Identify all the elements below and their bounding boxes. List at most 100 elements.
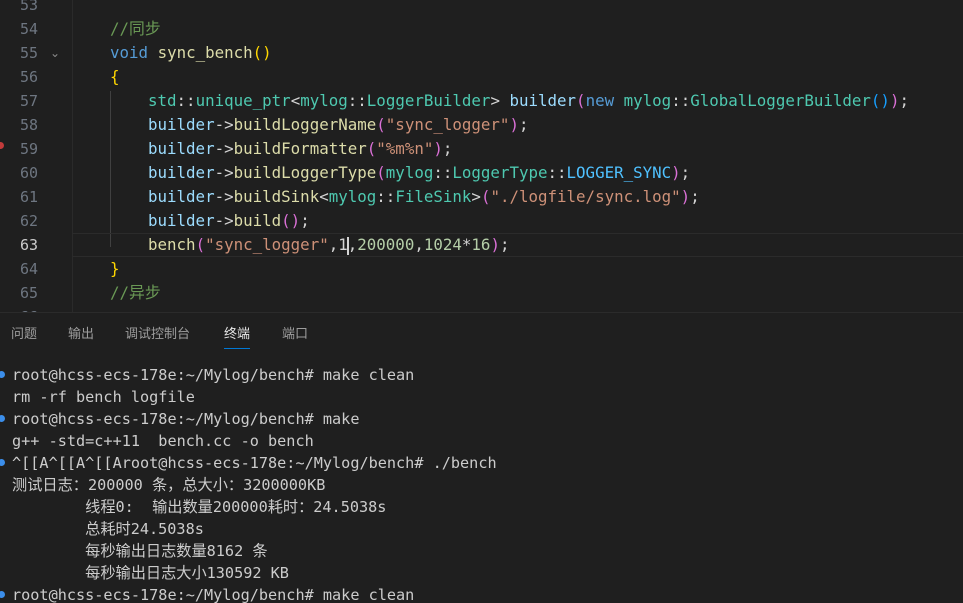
code-token: LoggerType (452, 163, 548, 182)
code-token: ) (509, 115, 519, 134)
code-line[interactable]: 58 builder->buildLoggerName("sync_logger"… (0, 113, 963, 137)
code-token: } (110, 259, 120, 278)
tab-ports[interactable]: 端口 (282, 323, 308, 342)
command-status-dot[interactable] (0, 415, 5, 422)
code-text: //同步 (110, 17, 161, 41)
code-token: builder (148, 163, 215, 182)
line-number: 59 (19, 140, 38, 158)
code-token: , (347, 235, 358, 254)
command-status-dot[interactable] (0, 591, 5, 598)
code-token: builder (148, 187, 215, 206)
terminal-output-line: 线程0: 输出数量200000耗时：24.5038s (12, 498, 387, 516)
fold-chevron-icon[interactable]: ⌄ (50, 41, 60, 65)
line-number: 63 (19, 236, 38, 254)
code-token: 16 (471, 235, 491, 254)
code-token: :: (176, 91, 196, 110)
code-line[interactable]: 61 builder->buildSink<mylog::FileSink>(".… (0, 185, 963, 209)
code-token: mylog (385, 163, 434, 182)
code-token: "sync_logger" (205, 235, 329, 254)
panel-tab-bar: 问题 输出 调试控制台 终端 端口 (0, 312, 963, 353)
tab-problems[interactable]: 问题 (11, 323, 37, 342)
code-token: , (414, 235, 424, 254)
line-number: 61 (19, 188, 38, 206)
code-token: builder (148, 115, 215, 134)
code-token: 1024 (423, 235, 462, 254)
code-editor[interactable]: 5354 //同步55 ⌄ void sync_bench()56 {57 std::un… (0, 0, 963, 312)
code-text: std::unique_ptr<mylog::LoggerBuilder> bu… (148, 89, 909, 113)
code-token: ( (376, 163, 386, 182)
code-token: buildFormatter (233, 139, 367, 158)
code-line[interactable]: 66 (0, 305, 963, 312)
code-text: builder->buildSink<mylog::FileSink>("./l… (148, 185, 700, 209)
code-token: :: (376, 187, 396, 206)
terminal-prompt-line: root@hcss-ecs-178e:~/Mylog/bench# make c… (12, 586, 415, 603)
tab-terminal[interactable]: 终端 (224, 323, 251, 349)
code-token: std (148, 91, 177, 110)
tab-debug-console[interactable]: 调试控制台 (125, 323, 190, 342)
code-token: "%m%n" (376, 139, 434, 158)
code-token: LoggerBuilder (366, 91, 491, 110)
code-token: build (233, 211, 282, 230)
code-token: mylog (328, 187, 377, 206)
code-token: -> (214, 163, 234, 182)
code-line[interactable]: 60 builder->buildLoggerType(mylog::Logger… (0, 161, 963, 185)
line-number: 54 (19, 20, 38, 38)
code-token: "sync_logger" (385, 115, 510, 134)
code-token: builder (148, 211, 215, 230)
code-token: bench (148, 235, 196, 254)
code-text: builder->buildFormatter("%m%n"); (148, 137, 452, 161)
code-token: ,1 (328, 235, 348, 254)
line-number: 62 (19, 212, 38, 230)
code-token: -> (214, 187, 234, 206)
tab-output[interactable]: 输出 (68, 323, 94, 342)
code-token: buildLoggerName (233, 115, 377, 134)
terminal-prompt-line: ^[[A^[[A^[[Aroot@hcss-ecs-178e:~/Mylog/b… (12, 454, 497, 472)
code-text: builder->build(); (148, 209, 310, 233)
code-token: ( (195, 235, 206, 254)
terminal-panel[interactable]: root@hcss-ecs-178e:~/Mylog/bench# make c… (0, 352, 963, 603)
code-line[interactable]: 56 { (0, 65, 963, 89)
code-token: > (490, 91, 510, 110)
terminal-prompt-line: root@hcss-ecs-178e:~/Mylog/bench# make (12, 410, 360, 428)
line-number: 57 (19, 92, 38, 110)
code-token: unique_ptr (195, 91, 291, 110)
code-token: ) (490, 235, 500, 254)
code-token: * (461, 235, 472, 254)
code-line[interactable]: 64} (0, 257, 963, 281)
code-line[interactable]: 65 //异步 (0, 281, 963, 305)
code-token: -> (214, 115, 234, 134)
code-line[interactable]: 57 std::unique_ptr<mylog::LoggerBuilder> … (0, 89, 963, 113)
code-line[interactable]: 59 builder->buildFormatter("%m%n"); (0, 137, 963, 161)
terminal-prompt-line: root@hcss-ecs-178e:~/Mylog/bench# make c… (12, 366, 415, 384)
code-line[interactable]: 53 (0, 0, 963, 17)
command-status-dot[interactable] (0, 371, 5, 378)
code-token: mylog (300, 91, 348, 110)
code-token: buildLoggerType (233, 163, 377, 182)
code-token: LOGGER_SYNC (566, 163, 672, 182)
code-token: "./logfile/sync.log" (490, 187, 681, 206)
code-line[interactable]: 54 //同步 (0, 17, 963, 41)
line-number: 64 (19, 260, 38, 278)
code-text: builder->buildLoggerType(mylog::LoggerTy… (148, 161, 690, 185)
terminal-output-line: 每秒输出日志数量8162 条 (12, 542, 268, 560)
code-token: mylog (623, 91, 672, 110)
code-token: ; (499, 235, 510, 254)
code-token: () (870, 91, 890, 110)
code-line[interactable]: 55 ⌄ void sync_bench() (0, 41, 963, 65)
code-line[interactable]: 62 builder->build(); (0, 209, 963, 233)
code-token: -> (214, 211, 234, 230)
code-text: bench("sync_logger",1,200000,1024*16); (148, 233, 509, 257)
code-line[interactable]: 63 bench("sync_logger",1,200000,1024*16); (0, 233, 963, 257)
code-token: ( (366, 139, 377, 158)
code-token: ( (376, 115, 386, 134)
code-token: < (319, 187, 329, 206)
code-token: :: (547, 163, 567, 182)
line-number: 56 (19, 68, 38, 86)
terminal-output-line: 测试日志：200000 条，总大小：3200000KB (12, 476, 326, 494)
code-token: //同步 (110, 19, 161, 38)
command-status-dot[interactable] (0, 459, 5, 466)
code-text: { (110, 65, 120, 89)
terminal-output-line: 每秒输出日志大小130592 KB (12, 564, 289, 582)
line-number: 65 (19, 284, 38, 302)
